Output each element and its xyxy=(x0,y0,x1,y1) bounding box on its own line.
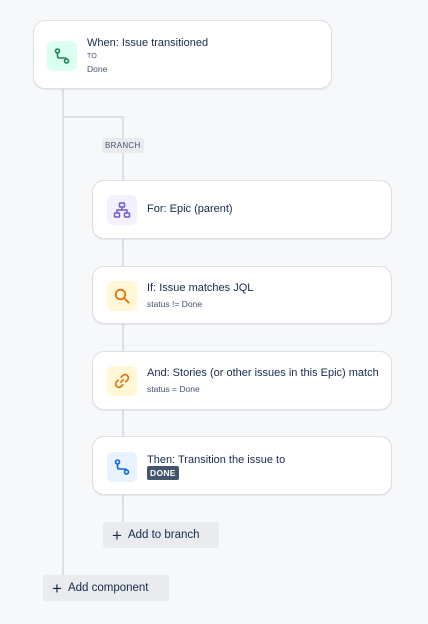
and-card-title: And: Stories (or other issues in this Ep… xyxy=(147,367,379,379)
for-epic-card[interactable]: For: Epic (parent) xyxy=(92,180,392,239)
plus-icon: + xyxy=(52,578,62,598)
if-icon-box xyxy=(107,281,137,311)
if-jql-card[interactable]: If: Issue matches JQL status != Done xyxy=(92,266,392,324)
branch-tag: BRANCH xyxy=(102,138,144,153)
automation-rule-canvas: When: Issue transitioned TO Done BRANCH … xyxy=(0,0,428,624)
plus-icon: + xyxy=(112,525,122,545)
and-stories-card[interactable]: And: Stories (or other issues in this Ep… xyxy=(92,351,392,410)
route-icon xyxy=(114,459,130,475)
and-icon-box xyxy=(107,366,137,396)
trigger-card[interactable]: When: Issue transitioned TO Done xyxy=(33,20,332,89)
hierarchy-icon xyxy=(113,202,131,218)
link-icon xyxy=(114,373,130,389)
then-transition-card[interactable]: Then: Transition the issue to xyxy=(92,436,392,495)
branch-elbow-horizontal xyxy=(62,116,124,118)
and-card-subtitle: status = Done xyxy=(147,384,200,394)
add-component-label: Add component xyxy=(67,582,149,594)
if-card-title: If: Issue matches JQL xyxy=(147,282,254,294)
search-icon xyxy=(114,288,130,304)
add-component-button[interactable]: + Add component xyxy=(43,575,169,601)
for-icon-box xyxy=(107,195,137,225)
status-lozenge-done: DONE xyxy=(147,466,179,480)
add-to-branch-label: Add to branch xyxy=(127,529,200,541)
if-card-subtitle: status != Done xyxy=(147,299,203,309)
trigger-icon-box xyxy=(47,41,77,71)
trigger-title: When: Issue transitioned xyxy=(87,37,209,49)
trigger-to-label: TO xyxy=(87,53,97,60)
trigger-to-value: Done xyxy=(87,64,108,74)
main-connector-line xyxy=(62,88,64,580)
add-to-branch-button[interactable]: + Add to branch xyxy=(103,522,219,548)
route-icon xyxy=(54,48,70,64)
then-icon-box xyxy=(107,452,137,482)
for-card-title: For: Epic (parent) xyxy=(147,203,233,215)
branch-connector-top xyxy=(122,116,124,138)
